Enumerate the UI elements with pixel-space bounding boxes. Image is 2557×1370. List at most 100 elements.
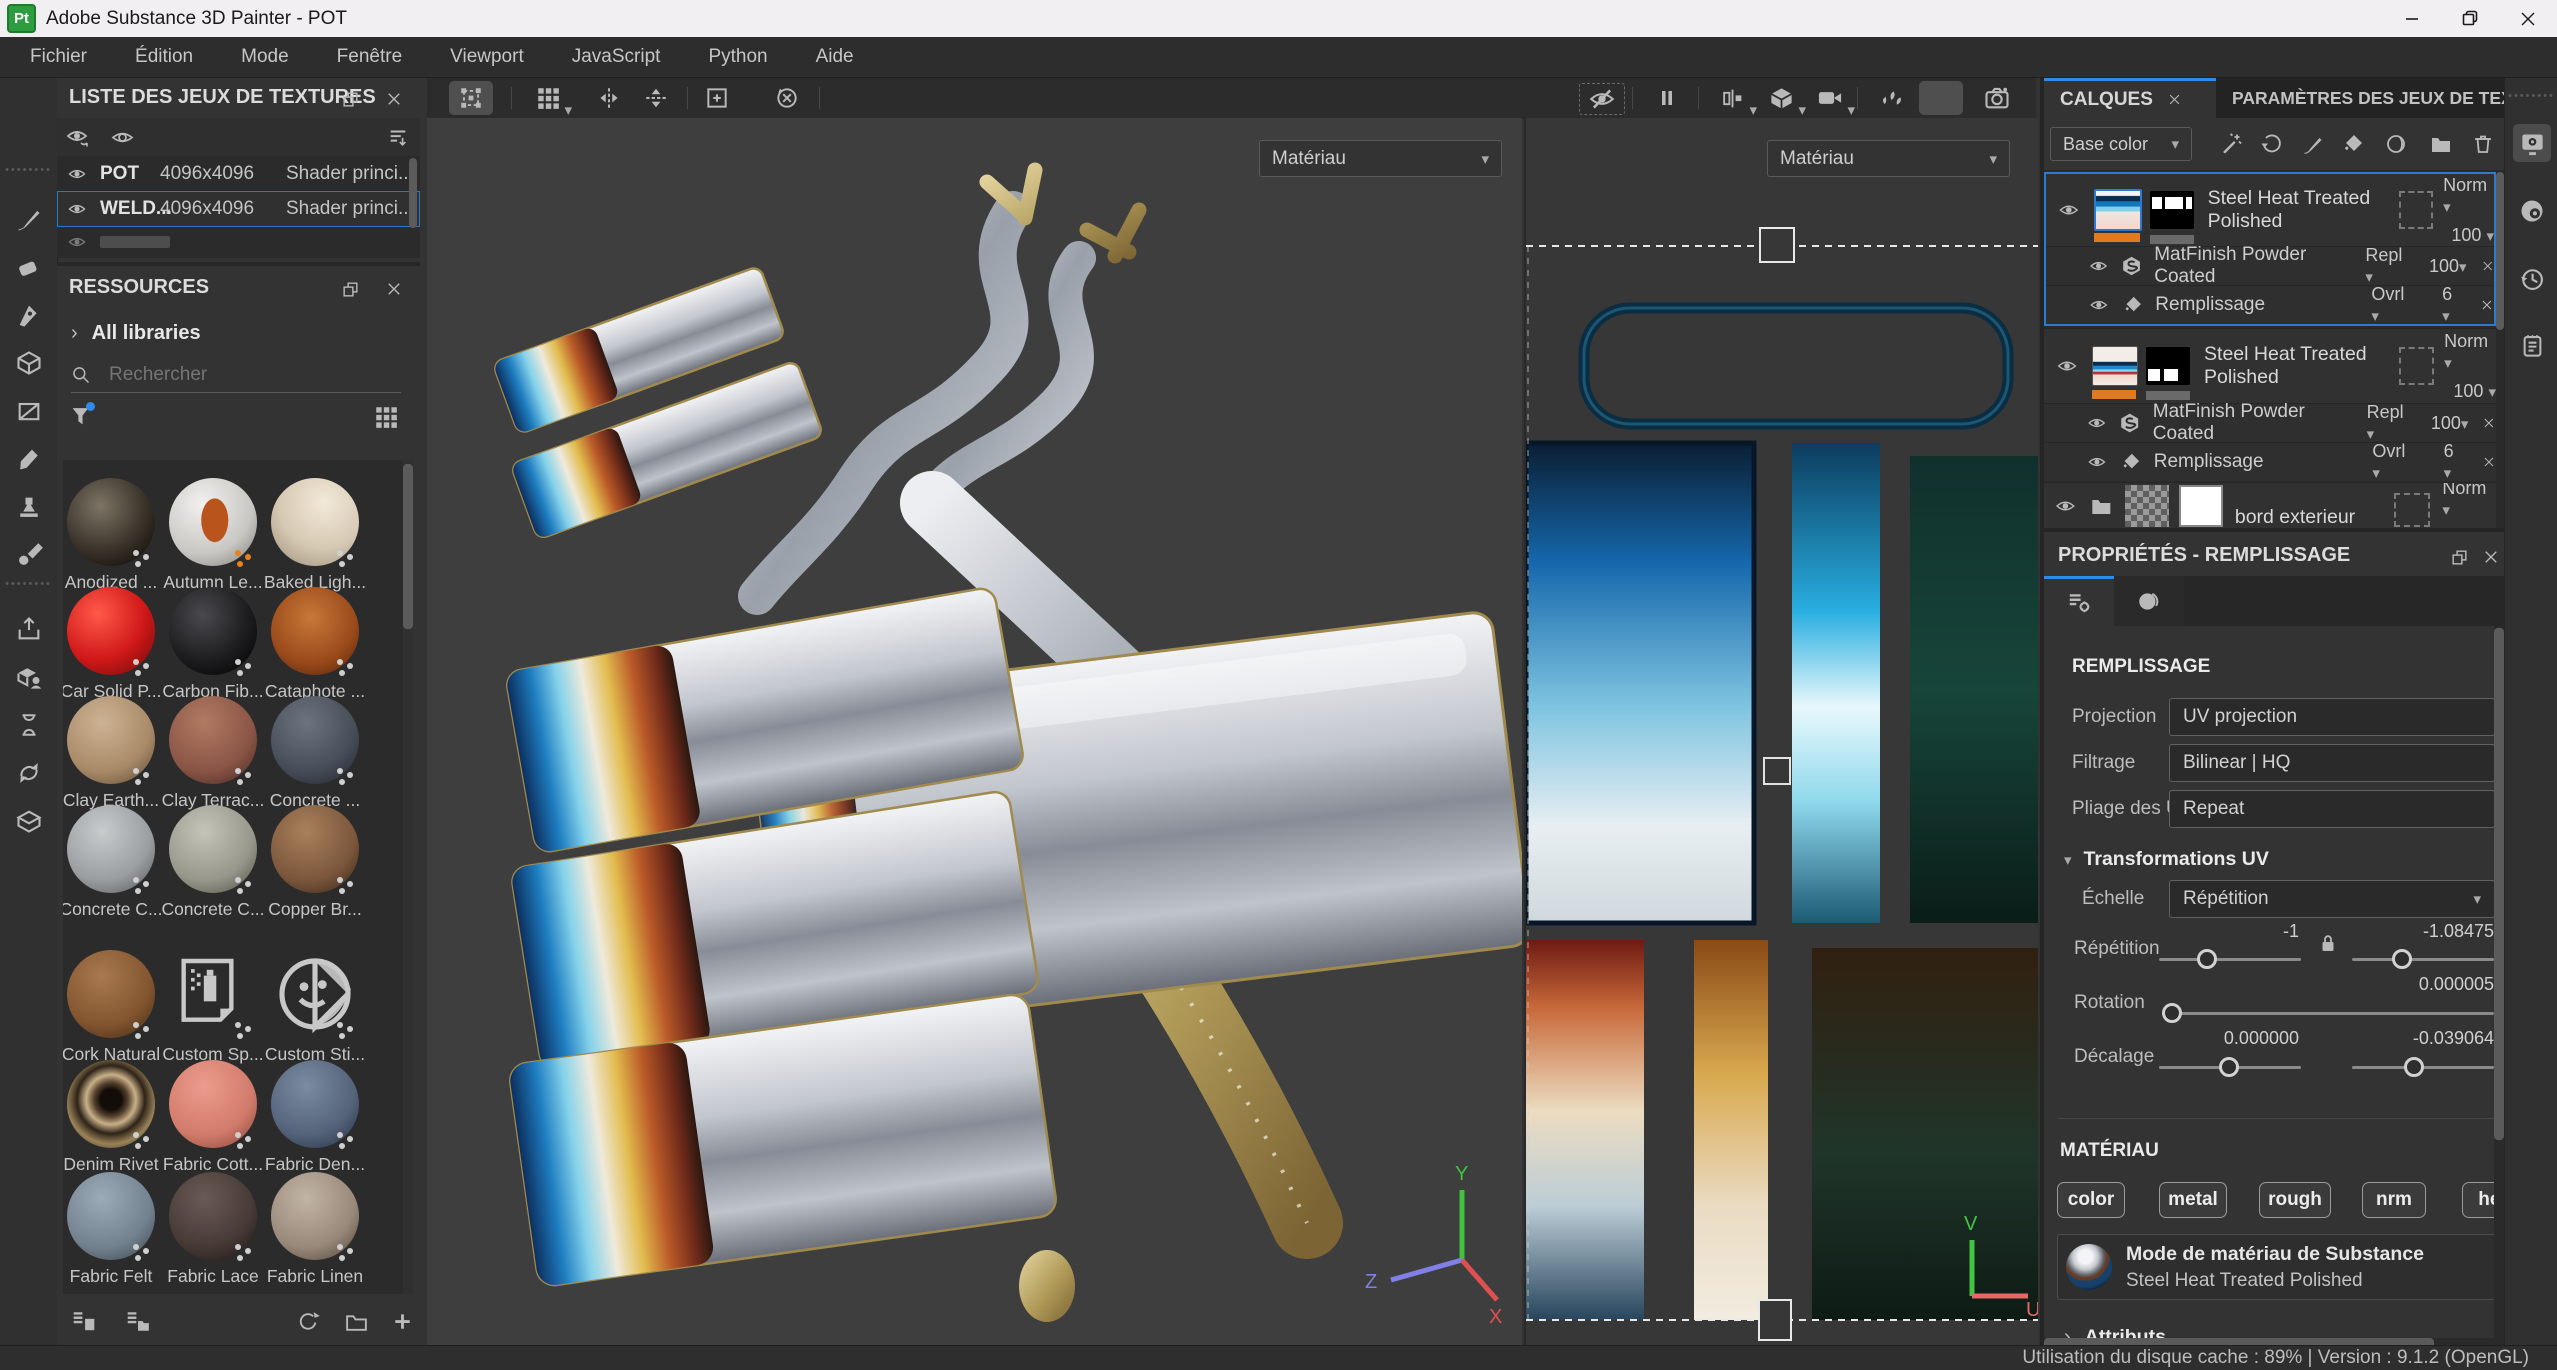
remove-effect-icon[interactable] [2482, 416, 2496, 430]
list-filter-icon[interactable] [383, 122, 413, 152]
toolbar-drag-handle[interactable]: •••••••• [0, 578, 57, 590]
resource-tile[interactable]: Concrete C... [169, 805, 257, 893]
clone-stamp-tool-icon[interactable] [10, 488, 48, 526]
tiling-mode-icon[interactable]: ▾ [526, 81, 570, 115]
blend-mode-select[interactable]: Repl ▾ [2367, 402, 2415, 444]
visibility-eye-icon[interactable] [2056, 356, 2078, 376]
resource-tile[interactable]: Custom Sp... [169, 950, 257, 1043]
viewport-2d[interactable]: V U Matériau▾ [1524, 118, 2038, 1345]
filtering-select[interactable]: Bilinear | HQ [2169, 744, 2495, 782]
blend-mode-select[interactable]: Ovrl ▾ [2372, 441, 2417, 483]
resource-tile[interactable]: Clay Earth... [67, 696, 155, 784]
visibility-eye-icon[interactable] [2086, 453, 2108, 471]
visibility-eye-icon[interactable] [2086, 414, 2107, 432]
resource-tile[interactable]: Concrete C... [67, 805, 155, 893]
layer-mask-thumbnail[interactable] [2179, 485, 2223, 527]
smudge-tool-icon[interactable] [10, 440, 48, 478]
add-resource-icon[interactable] [387, 1306, 417, 1336]
slider-knob[interactable] [2197, 949, 2217, 969]
tab-calques[interactable]: CALQUES [2044, 78, 2216, 118]
paint-tool-icon[interactable] [10, 200, 48, 238]
repeat-y-value[interactable]: -1.08475 [2404, 921, 2494, 942]
resource-tile[interactable]: Copper Br... [271, 805, 359, 893]
rotation-slider[interactable] [2162, 1012, 2494, 1015]
projection-tool-icon[interactable] [10, 296, 48, 334]
blend-mode-select[interactable]: Norm ▾ [2442, 482, 2496, 520]
breadcrumb[interactable]: › All libraries [71, 322, 201, 345]
offset-x-value[interactable]: 0.000000 [2209, 1028, 2299, 1049]
menu-edition[interactable]: Édition [111, 46, 217, 68]
paint-mode-icon[interactable] [1919, 81, 1963, 115]
menu-fichier[interactable]: Fichier [6, 46, 111, 68]
move-to-shelf-icon[interactable] [123, 1306, 153, 1336]
resource-tile[interactable]: Fabric Felt [67, 1172, 155, 1260]
slider-knob[interactable] [2219, 1057, 2239, 1077]
tab-material-preview[interactable] [2114, 576, 2184, 626]
close-tab-icon[interactable] [2167, 92, 2182, 107]
eraser-tool-icon[interactable] [10, 248, 48, 286]
resource-tile[interactable]: Concrete ... [271, 696, 359, 784]
menu-viewport[interactable]: Viewport [426, 46, 548, 68]
add-folder-icon[interactable] [2426, 129, 2456, 159]
material-mode-select-2d[interactable]: Matériau▾ [1767, 140, 2010, 177]
geometry-mask-tool-icon[interactable] [10, 344, 48, 382]
channel-chip-color[interactable]: color [2057, 1182, 2125, 1218]
add-fill-layer-icon[interactable] [2338, 129, 2368, 159]
repeat-y-slider[interactable] [2352, 958, 2494, 961]
resource-tile[interactable]: Fabric Lace [169, 1172, 257, 1260]
restore-button[interactable] [2441, 0, 2499, 37]
close-icon[interactable] [379, 274, 409, 304]
toggle-all-visibility-icon[interactable] [63, 122, 93, 152]
resource-tile[interactable]: Anodized ... [67, 478, 155, 566]
visibility-eye-icon[interactable] [66, 165, 88, 183]
layer-content-thumbnail[interactable] [2094, 189, 2142, 231]
resource-tile[interactable]: Cataphote ... [271, 587, 359, 675]
resource-tile[interactable]: Fabric Den... [271, 1060, 359, 1148]
layer-mask-thumbnail[interactable] [2146, 347, 2190, 385]
scrollbar-thumb[interactable] [2496, 172, 2504, 330]
projection-select[interactable]: UV projection [2169, 698, 2495, 736]
layer-effect-row[interactable]: MatFinish Powder Coated Repl ▾ 100▾ [2046, 246, 2494, 285]
remove-effect-icon[interactable] [2482, 455, 2496, 469]
layer-row[interactable]: Steel Heat Treated Polished Norm ▾ 100 ▾ [2044, 329, 2496, 403]
split-view-icon[interactable]: ▾ [1710, 81, 1754, 115]
visibility-eye-icon[interactable] [2088, 296, 2110, 314]
screenshot-icon[interactable] [1975, 81, 2019, 115]
slider-knob[interactable] [2162, 1003, 2182, 1023]
blend-mode-select[interactable]: Norm ▾ [2443, 175, 2494, 217]
export-icon[interactable] [10, 610, 48, 648]
blend-mode-select[interactable]: Repl ▾ [2365, 245, 2413, 287]
particles-icon[interactable] [1869, 81, 1913, 115]
opacity-select[interactable]: 100▾ [2431, 413, 2469, 434]
mirror-vertical-icon[interactable] [634, 81, 678, 115]
layer-content-thumbnail[interactable] [2092, 346, 2138, 386]
close-icon[interactable] [379, 84, 409, 114]
search-input[interactable] [107, 363, 381, 387]
channel-chip-nrm[interactable]: nrm [2362, 1182, 2426, 1218]
solo-visibility-icon[interactable] [107, 122, 137, 152]
remove-effect-icon[interactable] [2480, 298, 2494, 312]
tab-properties[interactable] [2044, 576, 2114, 626]
opacity-select[interactable]: 100▾ [2429, 256, 2467, 277]
undock-icon[interactable] [2444, 542, 2474, 572]
opacity-select[interactable]: 100 ▾ [2453, 381, 2496, 402]
viewport-3d[interactable]: Y Z X Matériau▾ [427, 118, 1522, 1345]
refresh-icon[interactable] [293, 1306, 323, 1336]
resource-tile[interactable]: Denim Rivet [67, 1060, 155, 1148]
polygon-fill-tool-icon[interactable] [10, 392, 48, 430]
add-effect-icon[interactable] [2216, 129, 2246, 159]
dock-drag-handle[interactable]: •••••••• [2505, 90, 2557, 102]
shader-settings-icon[interactable] [2513, 192, 2551, 230]
resource-tile[interactable]: Clay Terrac... [169, 696, 257, 784]
texture-set-row-partial[interactable] [57, 227, 420, 257]
transformations-expander[interactable]: ▾ Transformations UV [2064, 848, 2269, 871]
layer-row-partial[interactable]: bord exterieur Norm ▾ [2044, 482, 2496, 528]
resource-tile[interactable]: Custom Sti... [271, 950, 359, 1043]
opacity-select[interactable]: 6 ▾ [2442, 284, 2464, 326]
grid-view-icon[interactable] [373, 404, 399, 435]
toolbar-drag-handle[interactable]: •••••••• [0, 164, 57, 176]
channel-chip-rough[interactable]: rough [2259, 1182, 2331, 1218]
blend-mode-select[interactable]: Ovrl ▾ [2371, 284, 2416, 326]
delete-layer-icon[interactable] [2468, 129, 2498, 159]
pending-tasks-icon[interactable] [10, 706, 48, 744]
